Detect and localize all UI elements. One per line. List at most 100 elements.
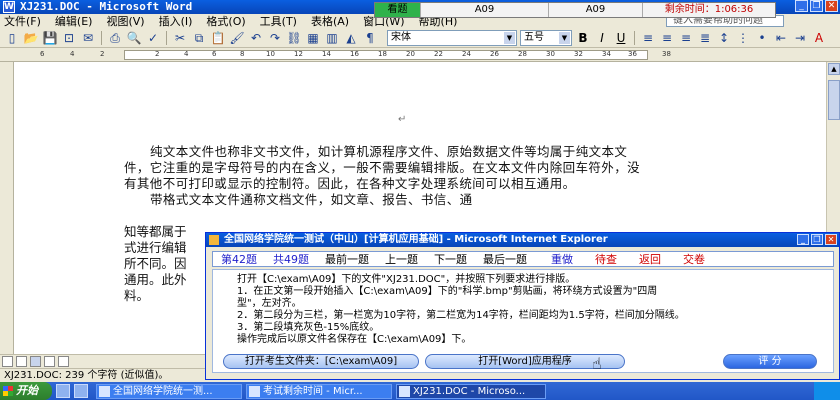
submit-button[interactable]: 交卷 — [675, 251, 713, 267]
minimize-icon[interactable]: _ — [797, 234, 809, 245]
reading-view-icon[interactable] — [58, 356, 69, 367]
taskbar-item-timer[interactable]: 考试剩余时间 - Micr... — [246, 383, 392, 399]
align-center-icon[interactable]: ≡ — [659, 30, 675, 46]
ruler-number: 4 — [184, 50, 189, 58]
horizontal-ruler[interactable]: 6 4 2 2 4 6 8 10 12 14 16 18 20 22 24 26… — [0, 48, 840, 62]
drawing-icon[interactable]: ◭ — [343, 30, 359, 46]
bold-button[interactable]: B — [575, 30, 591, 46]
close-icon[interactable]: ✕ — [825, 0, 838, 12]
back-button[interactable]: 返回 — [631, 251, 669, 267]
hand-cursor-icon: ☝ — [592, 354, 602, 373]
menu-format[interactable]: 格式(O) — [206, 13, 245, 29]
cut-icon[interactable]: ✂ — [172, 30, 188, 46]
ruler-number: 36 — [628, 50, 637, 58]
vertical-ruler[interactable] — [0, 62, 14, 354]
font-color-button[interactable]: A — [811, 30, 827, 46]
exam-dialog: 全国网络学院统一测试（中山）[计算机应用基础] - Microsoft Inte… — [205, 232, 840, 380]
document-paragraph-2[interactable]: 知等都属于 式进行编辑 所不同。因 通用。此外 料。 — [124, 224, 214, 304]
save-icon[interactable]: 💾 — [42, 30, 58, 46]
chevron-down-icon[interactable]: ▼ — [559, 31, 570, 44]
italic-button[interactable]: I — [594, 30, 610, 46]
ruler-number: 10 — [266, 50, 275, 58]
toolbar-separator — [634, 30, 635, 45]
increase-indent-icon[interactable]: ⇥ — [792, 30, 808, 46]
print-layout-icon[interactable] — [30, 356, 41, 367]
email-icon[interactable]: ✉ — [80, 30, 96, 46]
start-button[interactable]: 开始 — [0, 382, 52, 400]
ruler-number: 32 — [574, 50, 583, 58]
new-doc-icon[interactable]: ▯ — [4, 30, 20, 46]
chevron-down-icon[interactable]: ▼ — [504, 31, 515, 44]
restore-icon[interactable]: ❐ — [810, 0, 823, 12]
outline-view-icon[interactable] — [44, 356, 55, 367]
question-line: 3．第二段填充灰色-15%底纹。 — [237, 322, 380, 333]
last-question-button[interactable]: 最后一题 — [475, 251, 535, 267]
copy-icon[interactable]: ⧉ — [191, 30, 207, 46]
quicklaunch-outlook-icon[interactable] — [74, 384, 88, 398]
current-question-number: 第42题 — [221, 253, 257, 266]
ruler-number: 4 — [70, 50, 75, 58]
menu-insert[interactable]: 插入(I) — [159, 13, 193, 29]
minimize-icon[interactable]: _ — [795, 0, 808, 12]
font-size-select[interactable]: 五号 ▼ — [520, 29, 572, 46]
pending-button[interactable]: 待查 — [587, 251, 625, 267]
window-title: XJ231.DOC - Microsoft Word — [20, 0, 193, 13]
menu-tools[interactable]: 工具(T) — [260, 13, 297, 29]
next-question-button[interactable]: 下一题 — [426, 251, 475, 267]
restore-icon[interactable]: ❐ — [811, 234, 823, 245]
taskbar-item-label: XJ231.DOC - Microso... — [413, 385, 526, 397]
line-spacing-icon[interactable]: ↕ — [716, 30, 732, 46]
show-hide-icon[interactable]: ¶ — [362, 30, 378, 46]
web-view-icon[interactable] — [16, 356, 27, 367]
print-preview-icon[interactable]: 🔍 — [126, 30, 142, 46]
taskbar-item-word[interactable]: XJ231.DOC - Microso... — [396, 383, 546, 399]
menu-file[interactable]: 文件(F) — [4, 13, 41, 29]
justify-icon[interactable]: ≣ — [697, 30, 713, 46]
open-student-folder-button[interactable]: 打开考生文件夹：[C:\exam\A09] — [223, 354, 419, 369]
open-icon[interactable]: 📂 — [23, 30, 39, 46]
taskbar: 开始 全国网络学院统一测... 考试剩余时间 - Micr... XJ231.D… — [0, 382, 840, 400]
paragraph-2-line: 式进行编辑 — [124, 240, 187, 255]
align-right-icon[interactable]: ≡ — [678, 30, 694, 46]
menu-view[interactable]: 视图(V) — [106, 13, 144, 29]
normal-view-icon[interactable] — [2, 356, 13, 367]
paste-icon[interactable]: 📋 — [210, 30, 226, 46]
redo-icon[interactable]: ↷ — [267, 30, 283, 46]
permission-icon[interactable]: ⊡ — [61, 30, 77, 46]
hyperlink-icon[interactable]: ⛓ — [286, 30, 302, 46]
scroll-thumb[interactable] — [828, 80, 840, 120]
underline-button[interactable]: U — [613, 30, 629, 46]
numbering-icon[interactable]: ⋮ — [735, 30, 751, 46]
prev-question-button[interactable]: 上一题 — [377, 251, 426, 267]
view-question-button[interactable]: 看题 — [375, 3, 421, 17]
columns-icon[interactable]: ▥ — [324, 30, 340, 46]
taskbar-item-exam[interactable]: 全国网络学院统一测... — [96, 383, 242, 399]
font-size-value: 五号 — [524, 31, 544, 43]
format-painter-icon[interactable]: 🖌 — [229, 30, 245, 46]
redo-button[interactable]: 重做 — [543, 251, 581, 267]
windows-flag-icon — [3, 386, 13, 396]
score-button[interactable]: 评 分 — [723, 354, 817, 369]
remaining-time: 剩余时间：1:06:36 — [664, 4, 754, 15]
quicklaunch-ie-icon[interactable] — [56, 384, 70, 398]
ruler-number: 20 — [406, 50, 415, 58]
document-paragraph-1[interactable]: 纯文本文件也称非文书文件，如计算机源程序文件、原始数据文件等均属于纯文本文件，它… — [124, 144, 644, 208]
question-nav: 第42题 共49题 最前一题 上一题 下一题 最后一题 重做 待查 返回 交卷 — [212, 251, 834, 267]
question-line: 2．第二段分为三栏，第一栏宽为10字符，第二栏宽为14字符，栏间距均为1.5字符… — [237, 310, 685, 321]
decrease-indent-icon[interactable]: ⇤ — [773, 30, 789, 46]
menu-edit[interactable]: 编辑(E) — [55, 13, 93, 29]
scroll-up-icon[interactable]: ▲ — [828, 63, 840, 75]
tables-icon[interactable]: ▦ — [305, 30, 321, 46]
start-label: 开始 — [16, 384, 38, 397]
font-name-select[interactable]: 宋体 ▼ — [387, 29, 517, 46]
first-question-button[interactable]: 最前一题 — [317, 251, 377, 267]
print-icon[interactable]: ⎙ — [107, 30, 123, 46]
align-left-icon[interactable]: ≡ — [640, 30, 656, 46]
spelling-icon[interactable]: ✓ — [145, 30, 161, 46]
menu-table[interactable]: 表格(A) — [311, 13, 349, 29]
undo-icon[interactable]: ↶ — [248, 30, 264, 46]
close-icon[interactable]: ✕ — [825, 234, 837, 245]
bullets-icon[interactable]: • — [754, 30, 770, 46]
word-app-icon[interactable]: W — [3, 1, 15, 13]
exam-field-2: A09 — [549, 3, 643, 17]
